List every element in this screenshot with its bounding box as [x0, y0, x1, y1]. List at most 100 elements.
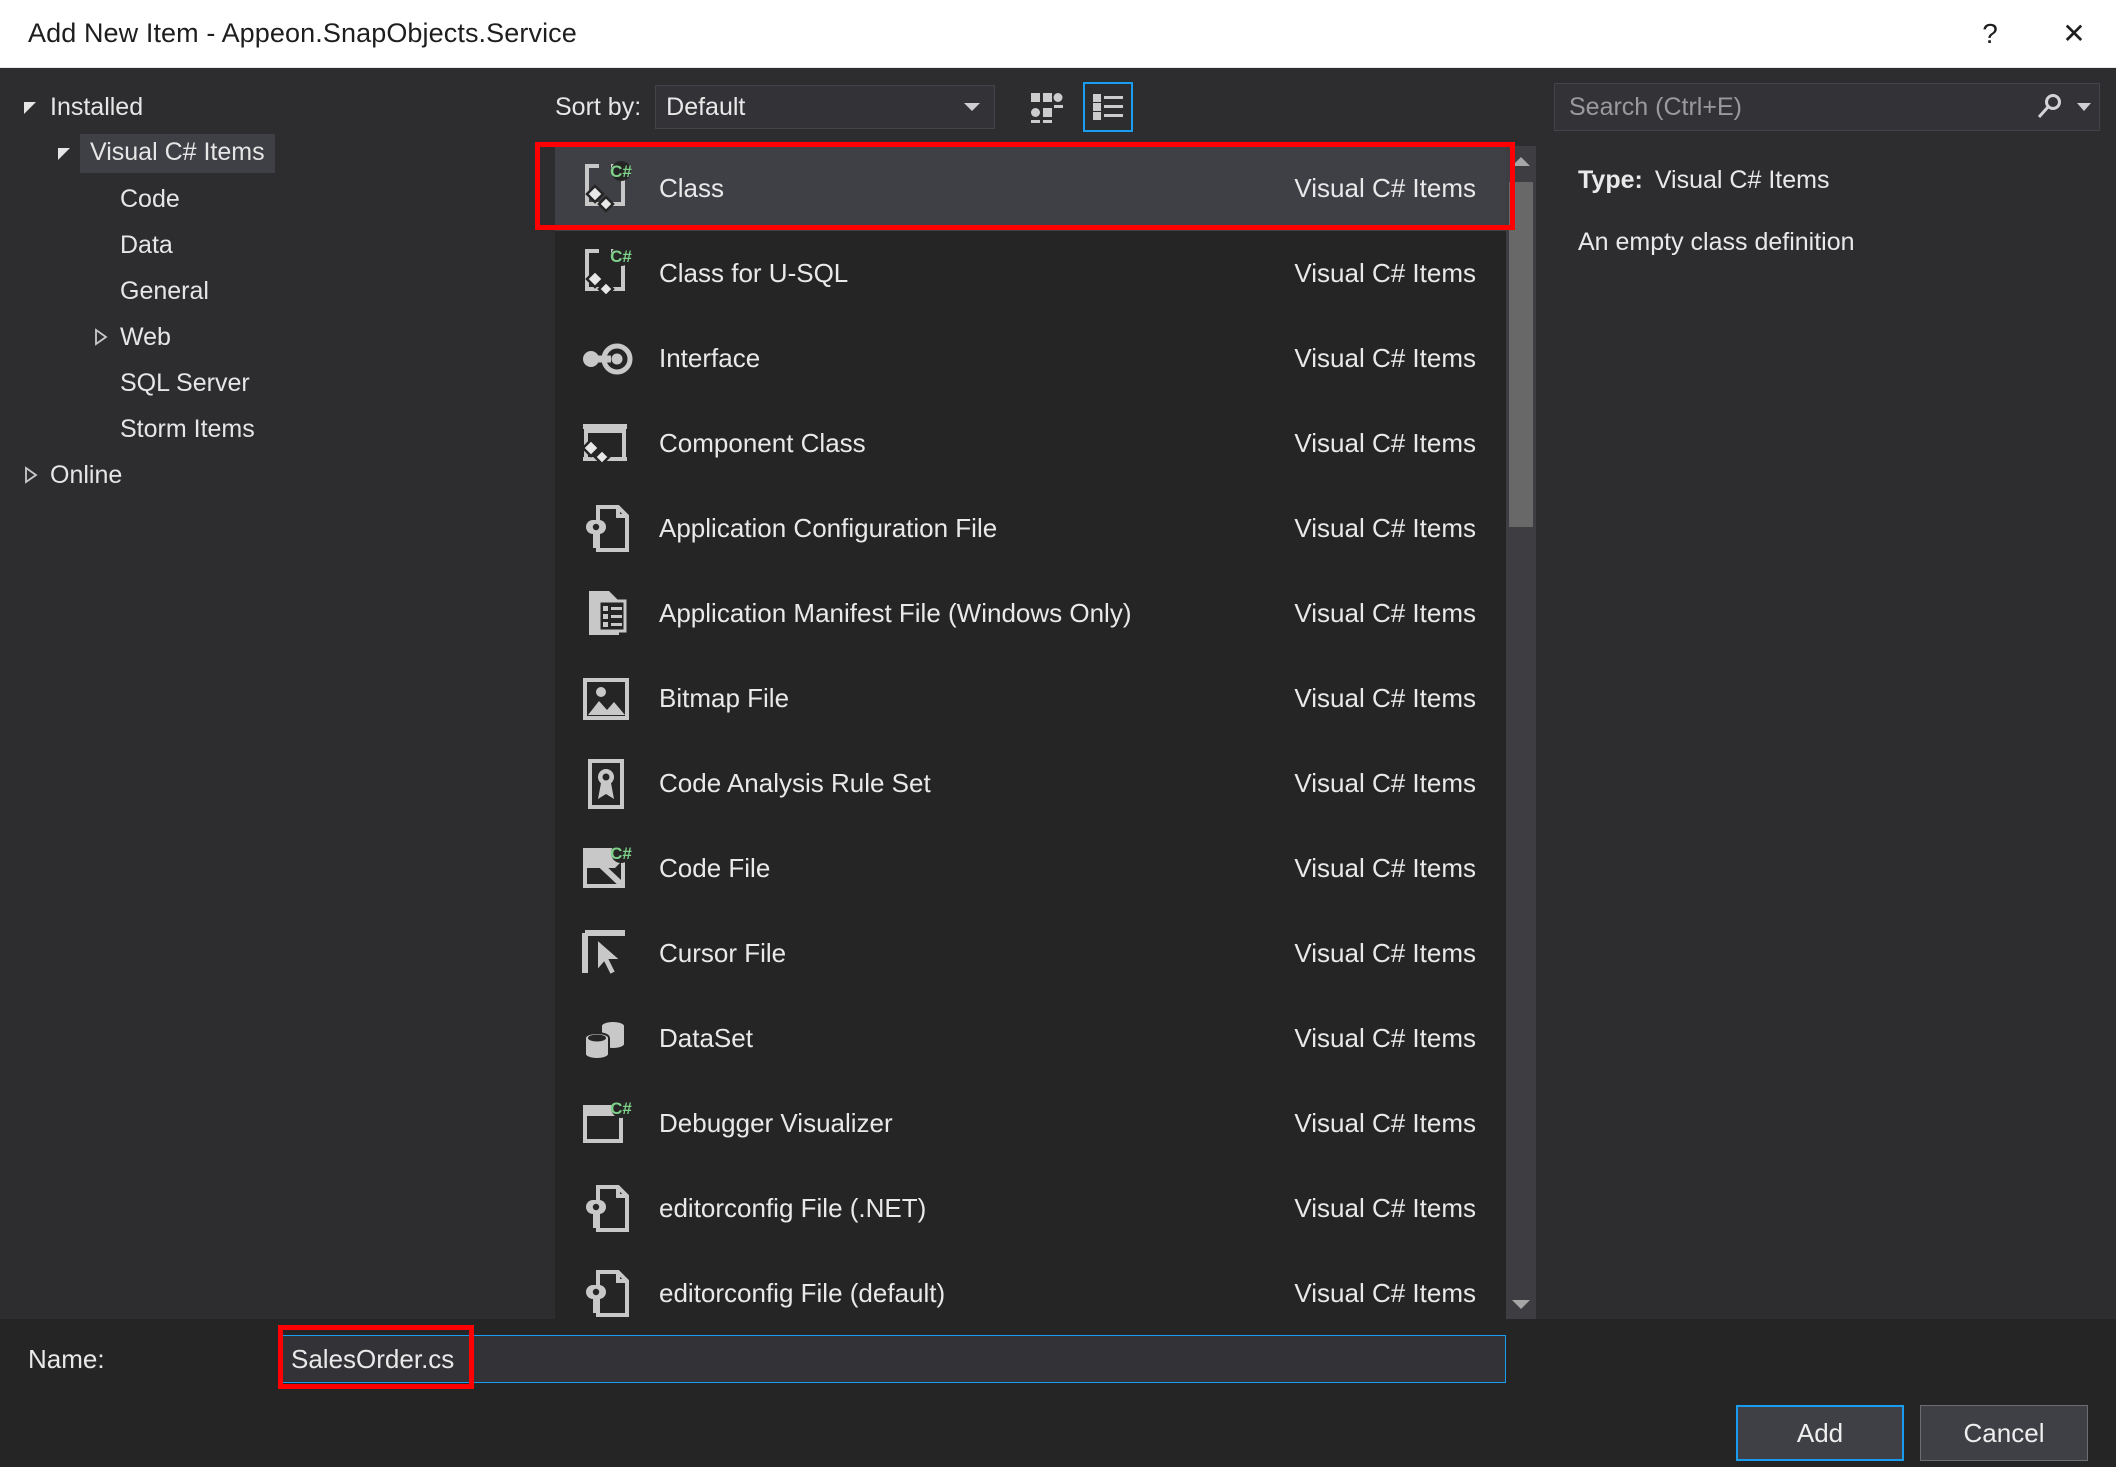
list-item[interactable]: Code Analysis Rule SetVisual C# Items [555, 741, 1506, 826]
template-list[interactable]: C# Class Visual C# Items C#Class for U-SQL… [555, 146, 1506, 1319]
search-input[interactable] [1567, 92, 2035, 123]
chevron-down-icon [964, 103, 980, 111]
scroll-up-button[interactable] [1506, 146, 1536, 176]
list-item-category: Visual C# Items [1294, 598, 1494, 629]
list-item[interactable]: editorconfig File (.NET)Visual C# Items [555, 1166, 1506, 1251]
scroll-down-button[interactable] [1506, 1289, 1536, 1319]
detail-description: An empty class definition [1578, 225, 2092, 260]
list-item[interactable]: Application Manifest File (Windows Only)… [555, 571, 1506, 656]
search-row [1554, 68, 2100, 146]
dialog-buttons: Add Cancel [28, 1399, 2088, 1467]
tree-item-label: Visual C# Items [80, 134, 275, 173]
list-item-name: editorconfig File (default) [659, 1278, 1294, 1309]
list-item-name: Interface [659, 343, 1294, 374]
list-item-category: Visual C# Items [1294, 1278, 1494, 1309]
list-item[interactable]: Bitmap FileVisual C# Items [555, 656, 1506, 741]
template-list-container: C# Class Visual C# Items C#Class for U-SQL… [555, 146, 1536, 1319]
chevron-down-icon[interactable] [2077, 103, 2091, 111]
help-button[interactable]: ? [1948, 0, 2032, 68]
triangle-down-icon[interactable] [44, 143, 84, 163]
name-row: Name: [28, 1319, 2088, 1399]
code-file-csharp-icon: C# [575, 838, 637, 900]
list-scrollbar[interactable] [1506, 146, 1536, 1319]
list-item[interactable]: C#ClassVisual C# Items [555, 146, 1506, 231]
list-item-category: Visual C# Items [1294, 343, 1494, 374]
tree-item-label: SQL Server [120, 369, 250, 398]
sort-by-label: Sort by: [555, 93, 641, 122]
list-item-category: Visual C# Items [1294, 683, 1494, 714]
debugger-visualizer-csharp-icon: C# [575, 1093, 637, 1155]
list-item-category: Visual C# Items [1294, 1193, 1494, 1224]
view-mode-buttons [1021, 82, 1133, 132]
template-center-panel: Sort by: Default [543, 68, 1546, 1319]
class-csharp-icon: C# [575, 243, 637, 305]
list-item[interactable]: C#Class for U-SQLVisual C# Items [555, 231, 1506, 316]
tree-item-online[interactable]: Online [0, 452, 543, 498]
sort-by-select[interactable]: Default [655, 85, 995, 129]
rule-set-icon [575, 753, 637, 815]
detail-type-value: Visual C# Items [1655, 166, 1830, 195]
class-csharp-icon: C# [575, 158, 637, 220]
svg-text:C#: C# [610, 1099, 632, 1118]
medium-icons-view-button[interactable] [1021, 82, 1071, 132]
svg-text:C#: C# [610, 844, 632, 863]
tree-item-web[interactable]: Web [0, 314, 543, 360]
list-item-category: Visual C# Items [1294, 853, 1494, 884]
list-item-name: Class [659, 173, 1294, 204]
dialog-body: Installed Visual C# Items Code Data General W… [0, 68, 2116, 1319]
list-item-name: Code Analysis Rule Set [659, 768, 1294, 799]
component-class-icon [575, 413, 637, 475]
tree-item-general[interactable]: General [0, 268, 543, 314]
name-label: Name: [28, 1344, 278, 1375]
list-item[interactable]: Application Configuration FileVisual C# … [555, 486, 1506, 571]
triangle-right-icon[interactable] [10, 465, 50, 485]
tree-item-storm-items[interactable]: Storm Items [0, 406, 543, 452]
list-item-name: Bitmap File [659, 683, 1294, 714]
list-item[interactable]: Component ClassVisual C# Items [555, 401, 1506, 486]
name-input[interactable] [278, 1335, 1506, 1383]
list-toolbar: Sort by: Default [543, 68, 1536, 146]
tree-item-code[interactable]: Code [0, 176, 543, 222]
template-category-tree[interactable]: Installed Visual C# Items Code Data General W… [0, 68, 543, 1319]
config-file-icon [575, 498, 637, 560]
list-item[interactable]: C#Debugger VisualizerVisual C# Items [555, 1081, 1506, 1166]
add-button[interactable]: Add [1736, 1405, 1904, 1461]
tree-item-label: Data [120, 231, 173, 260]
close-button[interactable]: ✕ [2032, 0, 2116, 68]
details-list-view-button[interactable] [1083, 82, 1133, 132]
list-item[interactable]: Cursor FileVisual C# Items [555, 911, 1506, 996]
details-list-view-icon [1091, 90, 1125, 124]
sort-by-value: Default [666, 93, 745, 122]
list-item-name: Application Manifest File (Windows Only) [659, 598, 1294, 629]
list-item[interactable]: InterfaceVisual C# Items [555, 316, 1506, 401]
detail-type-label: Type: [1578, 166, 1643, 195]
tree-item-installed[interactable]: Installed [0, 84, 543, 130]
tree-item-visual-c-items[interactable]: Visual C# Items [0, 130, 543, 176]
triangle-right-icon[interactable] [80, 327, 120, 347]
question-mark-icon: ? [1982, 18, 1998, 50]
list-item-category: Visual C# Items [1294, 513, 1494, 544]
dialog-titlebar: Add New Item - Appeon.SnapObjects.Servic… [0, 0, 2116, 68]
scrollbar-track[interactable] [1506, 176, 1536, 1289]
config-file-icon [575, 1263, 637, 1320]
triangle-down-icon[interactable] [10, 97, 50, 117]
chevron-down-icon [1512, 1300, 1530, 1309]
search-icon[interactable] [2035, 92, 2065, 122]
tree-item-data[interactable]: Data [0, 222, 543, 268]
scrollbar-thumb[interactable] [1509, 182, 1533, 527]
search-box[interactable] [1554, 83, 2100, 131]
tree-item-label: Code [120, 185, 180, 214]
close-icon: ✕ [2062, 17, 2085, 50]
tree-item-sql-server[interactable]: SQL Server [0, 360, 543, 406]
tree-item-label: Online [50, 461, 122, 490]
list-item-category: Visual C# Items [1294, 1023, 1494, 1054]
list-item[interactable]: DataSetVisual C# Items [555, 996, 1506, 1081]
list-item-name: Code File [659, 853, 1294, 884]
tree-item-label: Web [120, 323, 171, 352]
dialog-footer: Name: Add Cancel [0, 1319, 2116, 1467]
tree-item-label: Installed [50, 93, 143, 122]
list-item[interactable]: editorconfig File (default)Visual C# Ite… [555, 1251, 1506, 1319]
list-item[interactable]: C# Code FileVisual C# Items [555, 826, 1506, 911]
cancel-button[interactable]: Cancel [1920, 1405, 2088, 1461]
medium-icons-view-icon [1029, 90, 1063, 124]
